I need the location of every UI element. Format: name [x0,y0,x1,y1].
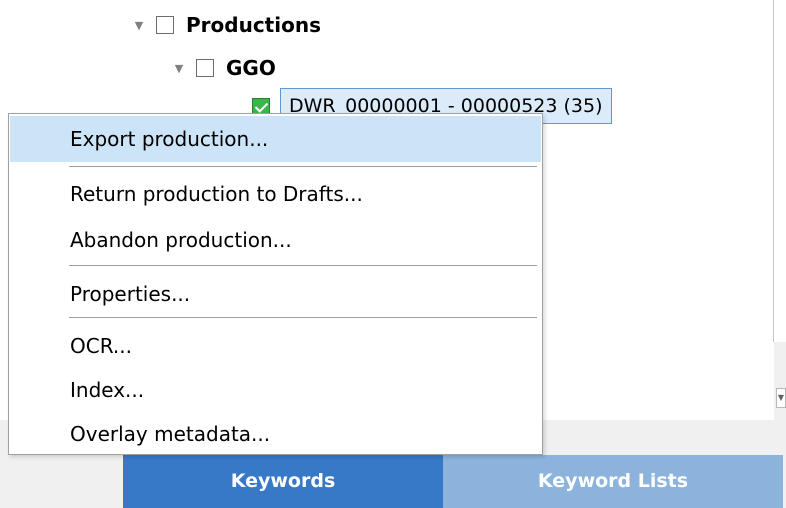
menu-separator [69,317,537,318]
menu-item-export-production[interactable]: Export production... [10,116,541,162]
vertical-scrollbar[interactable] [774,342,786,420]
scroll-down-icon[interactable]: ▼ [776,388,786,408]
tree-node-productions[interactable]: ▼ Productions [132,10,321,40]
menu-item-index[interactable]: Index... [10,367,541,413]
menu-item-properties[interactable]: Properties... [10,271,541,317]
tree-node-label: GGO [226,56,276,80]
panel-divider [773,0,774,342]
context-menu: Export production... Return production t… [8,113,543,455]
menu-item-abandon-production[interactable]: Abandon production... [10,217,541,263]
ggo-checkbox[interactable] [196,59,214,77]
tree-node-ggo[interactable]: ▼ GGO [172,53,276,83]
expand-arrow-icon[interactable]: ▼ [172,62,186,75]
menu-separator [69,166,537,167]
expand-arrow-icon[interactable]: ▼ [132,19,146,32]
menu-item-overlay-metadata[interactable]: Overlay metadata... [10,411,541,457]
productions-checkbox[interactable] [156,16,174,34]
tab-keyword-lists[interactable]: Keyword Lists [443,455,783,508]
menu-item-ocr[interactable]: OCR... [10,323,541,369]
menu-item-return-to-drafts[interactable]: Return production to Drafts... [10,171,541,217]
menu-separator [69,265,537,266]
bottom-tabs: Keywords Keyword Lists [123,455,783,508]
tab-keywords[interactable]: Keywords [123,455,443,508]
tree-node-label: Productions [186,13,321,37]
